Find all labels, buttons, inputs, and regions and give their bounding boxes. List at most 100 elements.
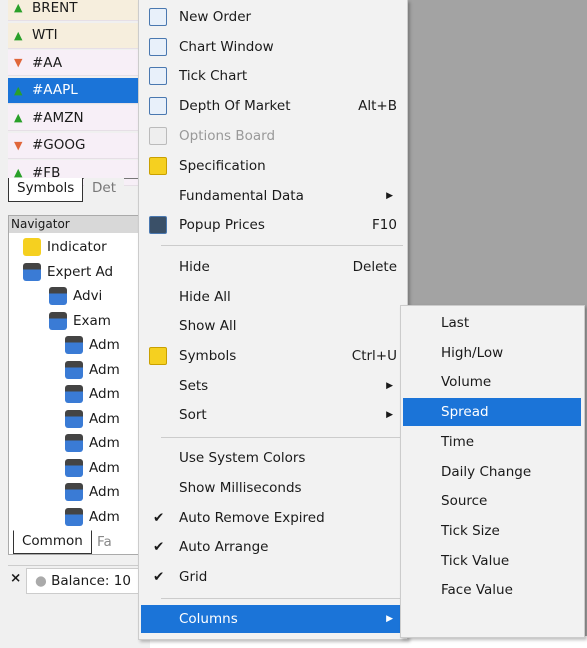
menu-item-show-all[interactable]: Show All [141,312,405,340]
tab-favorites[interactable]: Fa [97,534,112,550]
balance-field: ● Balance: 10 [26,568,156,594]
menu-item-hide[interactable]: Hide Delete [141,253,405,281]
navigator-item[interactable]: Adm [65,432,120,454]
menu-item-label: Show Milliseconds [179,480,302,496]
navigator-item[interactable]: Exam [49,310,111,332]
menu-item-label: Columns [179,611,238,627]
arrow-up-icon: ▲ [14,83,23,97]
symbol-row[interactable]: ▼ #AA [8,50,150,76]
menu-item-options-board[interactable]: Options Board [141,122,405,150]
chart-window-icon [149,38,167,56]
column-option-volume[interactable]: Volume [403,368,581,396]
column-option-last[interactable]: Last [403,309,581,337]
menu-item-sort[interactable]: Sort ▶ [141,401,405,429]
depth-of-market-icon [149,97,167,115]
symbol-name: BRENT [32,0,78,16]
menu-item-label: Fundamental Data [179,188,304,204]
toolbox: × ● Balance: 10 [8,565,156,595]
expert-icon [23,262,41,281]
expert-icon [65,360,83,379]
shortcut-label: Delete [352,259,397,275]
checkmark-icon: ✔ [153,569,165,585]
navigator-item[interactable]: Expert Ad [23,261,113,283]
menu-item-specification[interactable]: Specification [141,152,405,180]
symbol-row[interactable]: ▲ #AMZN [8,105,150,131]
menu-item-sets[interactable]: Sets ▶ [141,372,405,400]
navigator-item[interactable]: Adm [65,506,120,528]
menu-item-label: New Order [179,9,252,25]
navigator-item[interactable]: Adm [65,481,120,503]
navigator-item[interactable]: Adm [65,334,120,356]
column-option-daily-change[interactable]: Daily Change [403,458,581,486]
menu-separator [161,245,403,246]
navigator-panel: Navigator Indicator Expert Ad Advi Exam Adm A… [8,215,150,555]
menu-item-depth-of-market[interactable]: Depth Of Market Alt+B [141,92,405,120]
column-option-time[interactable]: Time [403,428,581,456]
menu-item-auto-remove-expired[interactable]: ✔ Auto Remove Expired [141,504,405,532]
market-watch-tabs: Symbols Det [8,178,150,202]
expert-icon [49,311,67,330]
new-order-icon [149,8,167,26]
column-option-source[interactable]: Source [403,487,581,515]
menu-item-auto-arrange[interactable]: ✔ Auto Arrange [141,533,405,561]
submenu-arrow-icon: ▶ [386,614,393,624]
menu-item-label: Auto Arrange [179,539,269,555]
menu-item-label: Chart Window [179,39,274,55]
navigator-item[interactable]: Adm [65,359,120,381]
symbol-name: WTI [32,27,58,43]
menu-item-label: Tick Chart [179,68,248,84]
menu-item-popup-prices[interactable]: Popup Prices F10 [141,211,405,239]
expert-icon [65,336,83,354]
navigator-item-label: Adm [89,361,120,378]
navigator-item[interactable]: Indicator [23,236,107,258]
menu-item-symbols[interactable]: Symbols Ctrl+U [141,342,405,370]
navigator-item[interactable]: Advi [49,285,102,307]
symbol-row[interactable]: ▲ #AAPL [8,77,150,104]
shortcut-label: Ctrl+U [351,348,397,364]
close-icon[interactable]: × [10,570,21,586]
submenu-arrow-icon: ▶ [386,381,393,391]
left-panel: ▲ BRENT ▲ WTI ▼ #AA ▲ #AAPL ▲ #AMZN ▼ #GOOG ▲ #FB Sym… [0,0,156,648]
menu-separator [161,598,403,599]
symbol-name: #AMZN [32,109,84,126]
symbol-name: #GOOG [32,137,86,153]
specification-icon [149,157,167,175]
column-option-high-low[interactable]: High/Low [403,339,581,367]
symbol-row[interactable]: ▲ WTI [8,22,150,49]
checkmark-icon: ✔ [153,510,165,526]
navigator-item-label: Exam [73,312,111,329]
column-option-face-value[interactable]: Face Value [403,576,581,604]
symbol-row[interactable]: ▼ #GOOG [8,132,150,159]
menu-item-columns[interactable]: Columns ▶ [141,605,405,633]
menu-item-use-system-colors[interactable]: Use System Colors [141,444,405,472]
menu-item-chart-window[interactable]: Chart Window [141,33,405,61]
column-option-tick-size[interactable]: Tick Size [403,517,581,545]
shortcut-label: F10 [372,217,397,233]
menu-item-show-milliseconds[interactable]: Show Milliseconds [141,474,405,502]
navigator-item-label: Advi [73,288,103,304]
menu-item-hide-all[interactable]: Hide All [141,283,405,311]
menu-item-label: Symbols [179,348,237,364]
navigator-item-label: Adm [89,508,120,525]
navigator-item[interactable]: Adm [65,408,120,430]
navigator-item-label: Adm [89,386,120,402]
navigator-item-label: Adm [89,410,120,427]
symbol-row[interactable]: ▲ BRENT [8,0,150,21]
menu-item-grid[interactable]: ✔ Grid [141,563,405,591]
menu-item-tick-chart[interactable]: Tick Chart [141,62,405,90]
navigator-item[interactable]: Adm [65,457,120,479]
tab-details[interactable]: Det [84,178,124,202]
menu-item-fundamental-data[interactable]: Fundamental Data ▶ [141,182,405,210]
arrow-down-icon: ▼ [14,56,23,69]
symbol-name: #AA [32,54,63,71]
menu-item-label: Auto Remove Expired [179,510,325,526]
navigator-item-label: Expert Ad [47,263,114,280]
tab-symbols[interactable]: Symbols [8,178,84,202]
submenu-arrow-icon: ▶ [386,410,393,420]
tab-common[interactable]: Common [13,530,92,554]
column-option-spread[interactable]: Spread [403,398,581,427]
menu-item-new-order[interactable]: New Order [141,3,405,31]
arrow-up-icon: ▲ [14,111,23,124]
column-option-tick-value[interactable]: Tick Value [403,547,581,575]
navigator-item[interactable]: Adm [65,383,120,405]
